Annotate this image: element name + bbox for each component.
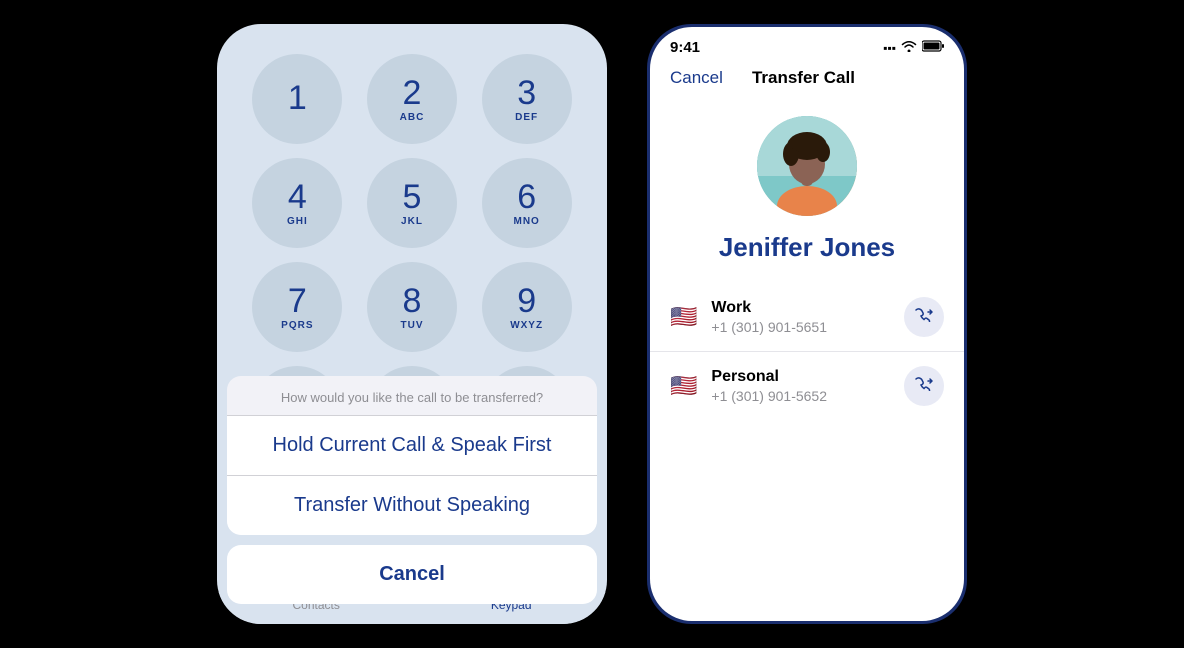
dial-9[interactable]: 9 WXYZ [482,262,572,352]
contact-name: Jeniffer Jones [719,232,895,263]
dial-1[interactable]: 1 [252,54,342,144]
signal-icon: ▪▪▪ [883,41,896,55]
nav-bar: Cancel Transfer Call [650,60,964,96]
status-time: 9:41 [670,39,700,56]
dial-6[interactable]: 6 MNO [482,158,572,248]
work-label: Work [711,299,904,317]
dial-2[interactable]: 2 ABC [367,54,457,144]
contact-list: 🇺🇸 Work +1 (301) 901-5651 [650,273,964,621]
hold-speak-first-option[interactable]: Hold Current Call & Speak First [227,416,597,475]
dial-3[interactable]: 3 DEF [482,54,572,144]
status-icons: ▪▪▪ [883,40,944,55]
nav-title: Transfer Call [752,68,855,88]
status-bar: 9:41 ▪▪▪ [650,27,964,60]
personal-flag-icon: 🇺🇸 [670,373,697,399]
personal-contact-row: 🇺🇸 Personal +1 (301) 901-5652 [650,352,964,420]
work-number: +1 (301) 901-5651 [711,319,904,335]
call-transfer-icon-2 [914,377,934,396]
call-transfer-icon [914,308,934,327]
personal-label: Personal [711,368,904,386]
left-phone: 1 2 ABC 3 DEF 4 GHI 5 JKL [217,24,607,624]
work-flag-icon: 🇺🇸 [670,304,697,330]
dial-7[interactable]: 7 PQRS [252,262,342,352]
action-sheet: How would you like the call to be transf… [217,376,607,624]
dial-5[interactable]: 5 JKL [367,158,457,248]
action-sheet-cancel-button[interactable]: Cancel [227,545,597,604]
work-call-button[interactable] [904,297,944,337]
battery-icon [922,40,944,55]
action-sheet-prompt-text: How would you like the call to be transf… [227,376,597,415]
right-phone-inner: 9:41 ▪▪▪ [650,27,964,621]
personal-number: +1 (301) 901-5652 [711,388,904,404]
personal-contact-info: Personal +1 (301) 901-5652 [711,368,904,404]
dial-8[interactable]: 8 TUV [367,262,457,352]
right-phone: 9:41 ▪▪▪ [647,24,967,624]
work-contact-row: 🇺🇸 Work +1 (301) 901-5651 [650,283,964,352]
avatar-image [757,116,857,216]
contact-section: Jeniffer Jones [650,96,964,273]
dial-4[interactable]: 4 GHI [252,158,342,248]
cancel-button[interactable]: Cancel [670,68,723,88]
avatar [757,116,857,216]
action-sheet-card: How would you like the call to be transf… [227,376,597,535]
wifi-icon [901,40,917,55]
personal-call-button[interactable] [904,366,944,406]
work-contact-info: Work +1 (301) 901-5651 [711,299,904,335]
transfer-without-speaking-option[interactable]: Transfer Without Speaking [227,476,597,535]
